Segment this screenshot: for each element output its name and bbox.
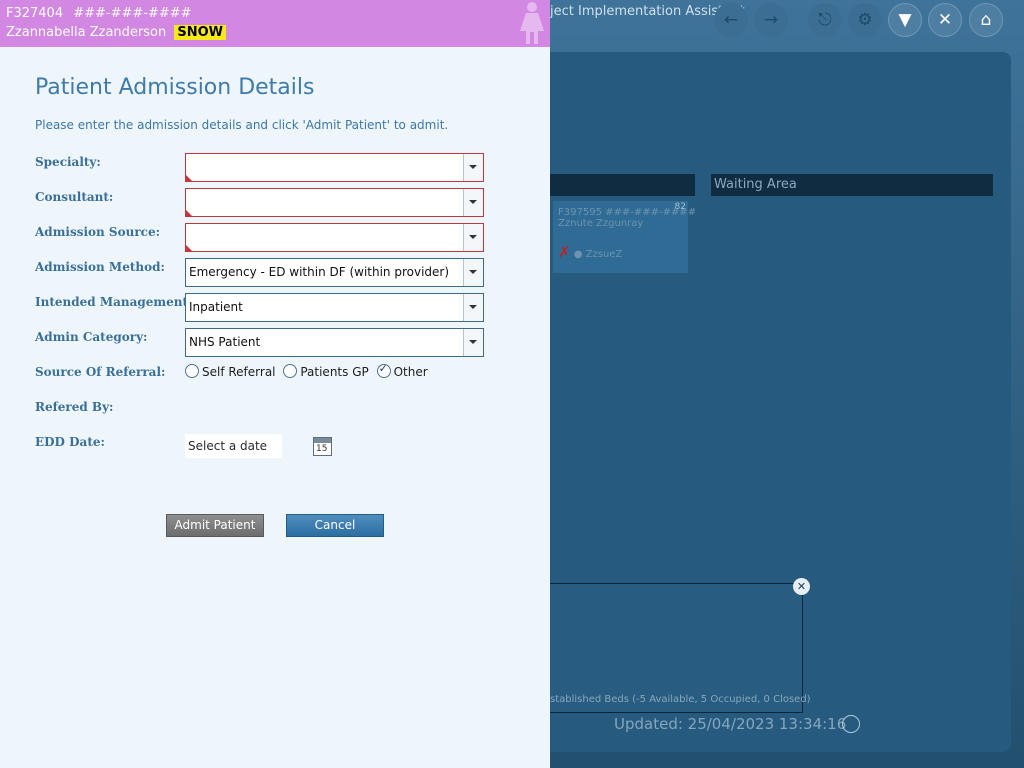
pill-icon: ● [573, 249, 583, 260]
form-instructions: Please enter the admission details and c… [35, 118, 449, 132]
source-of-referral-radio-group: Self Referral Patients GP Other [185, 362, 432, 382]
nhs-number: ###-###-#### [73, 6, 192, 21]
alert-badge: SNOW [174, 25, 226, 40]
ward-column-header [550, 174, 695, 196]
radio-patients-gp[interactable]: Patients GP [283, 364, 369, 379]
admission-method-value: Emergency - ED within DF (within provide… [189, 265, 450, 279]
edd-date-label: EDD Date: [35, 435, 105, 449]
admission-method-label: Admission Method: [35, 260, 165, 274]
patient-name: Zzannabella Zzanderson [6, 25, 167, 40]
close-icon[interactable]: ✕ [928, 3, 962, 37]
intended-management-dropdown[interactable]: Inpatient [185, 293, 484, 322]
home-icon[interactable]: ⌂ [969, 3, 1003, 37]
patient-id: F327404 [6, 6, 64, 21]
admission-panel: Patient Admission Details Please enter t… [0, 47, 550, 768]
exit-icon[interactable]: ⎋ [808, 3, 842, 37]
cross-icon: ✗ [558, 243, 571, 261]
consultant-label: Consultant: [35, 190, 114, 204]
chevron-down-icon[interactable] [463, 259, 483, 286]
radio-button[interactable] [185, 364, 199, 378]
specialty-label: Specialty: [35, 155, 101, 169]
radio-other[interactable]: Other [376, 362, 428, 379]
settings-icon[interactable]: ⚙ [848, 3, 882, 37]
chevron-down-icon[interactable] [463, 294, 483, 321]
consultant-dropdown[interactable] [185, 188, 484, 217]
card-patient-id: F397595 [558, 207, 602, 218]
beds-close-icon[interactable]: ✕ [793, 578, 810, 595]
source-of-referral-label: Source Of Referral: [35, 365, 166, 379]
calendar-icon[interactable]: 15 [313, 437, 332, 456]
radio-button[interactable] [283, 364, 298, 378]
patient-banner: F327404 ###-###-#### Zzannabella Zzander… [0, 0, 550, 47]
back-arrow-icon[interactable]: ← [714, 3, 748, 37]
filter-icon[interactable]: ▼ [888, 3, 922, 37]
intended-management-value: Inpatient [189, 300, 243, 314]
waiting-area-header: Waiting Area [711, 174, 993, 196]
forward-arrow-icon[interactable]: → [754, 3, 788, 37]
admin-category-label: Admin Category: [35, 330, 148, 344]
specialty-dropdown[interactable] [185, 153, 484, 182]
admission-method-dropdown[interactable]: Emergency - ED within DF (within provide… [185, 258, 484, 287]
chevron-down-icon[interactable] [463, 224, 483, 251]
intended-management-label: Intended Management: [35, 295, 193, 309]
edd-date-input[interactable]: Select a date [185, 434, 282, 458]
updated-timestamp: Updated: 25/04/2023 13:34:16 [614, 715, 847, 733]
female-patient-icon [520, 2, 544, 44]
radio-label: Other [393, 365, 428, 379]
chevron-down-icon[interactable] [463, 189, 483, 216]
chevron-down-icon[interactable] [463, 329, 483, 356]
checkmark-icon[interactable] [376, 362, 391, 378]
patient-card[interactable]: F397595 ###-###-#### Zznute Zzgunray ✗ ●… [553, 201, 696, 273]
admission-source-label: Admission Source: [35, 225, 161, 239]
referred-by-label: Refered By: [35, 400, 114, 414]
card-badge: 82 [674, 202, 686, 212]
calendar-day: 15 [316, 444, 328, 454]
form-title: Patient Admission Details [35, 75, 315, 100]
radio-label: Patients GP [300, 365, 369, 379]
chevron-down-icon[interactable] [463, 154, 483, 181]
card-flag: ZzsueZ [585, 249, 623, 260]
radio-self-referral[interactable]: Self Referral [185, 364, 276, 379]
beds-summary: stablished Beds (-5 Available, 5 Occupie… [550, 694, 811, 705]
admit-patient-button[interactable]: Admit Patient [166, 514, 264, 537]
admission-source-dropdown[interactable] [185, 223, 484, 252]
admin-category-dropdown[interactable]: NHS Patient [185, 328, 484, 357]
radio-label: Self Referral [202, 365, 276, 379]
card-patient-name: Zznute Zzgunray [558, 218, 644, 229]
admin-category-value: NHS Patient [189, 335, 261, 349]
refresh-indicator-icon[interactable] [842, 715, 860, 733]
cancel-button[interactable]: Cancel [286, 514, 384, 537]
